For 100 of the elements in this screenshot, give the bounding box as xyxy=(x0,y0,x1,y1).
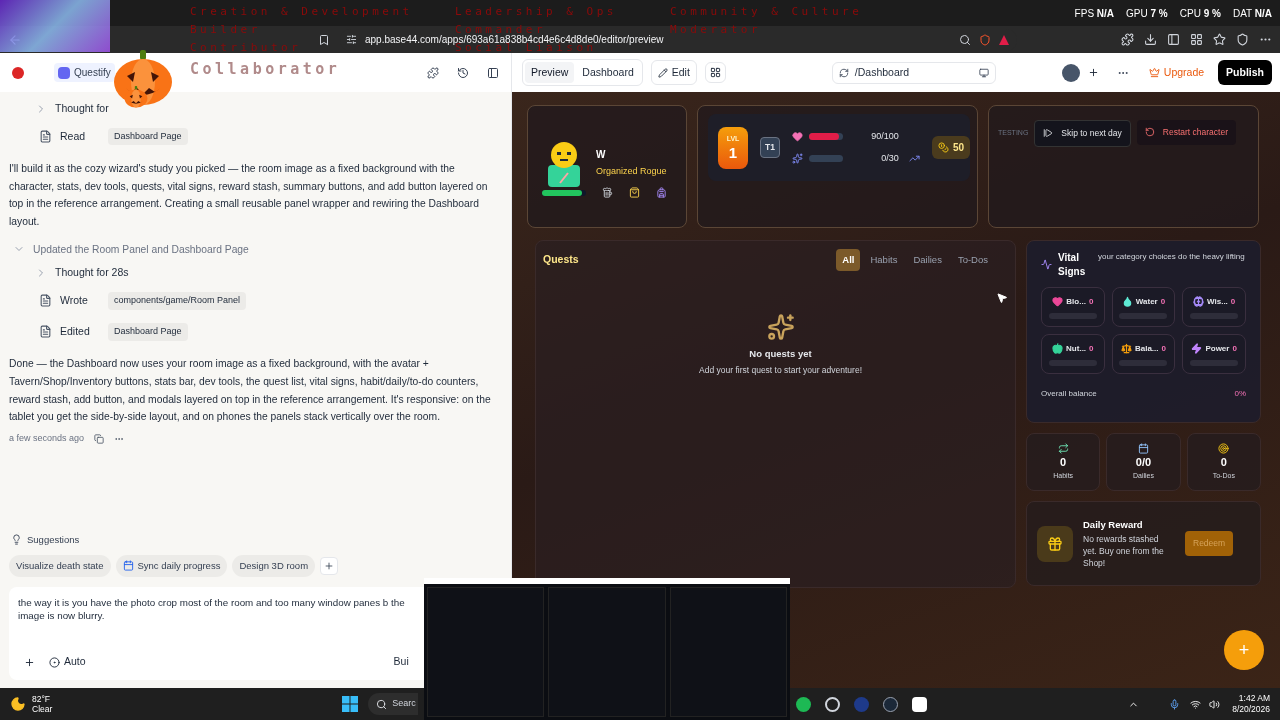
mode-icon[interactable] xyxy=(49,656,60,668)
vital-value: 0 xyxy=(1088,295,1094,308)
project-chip[interactable]: Questify xyxy=(54,63,115,82)
hp-reading: 90/100 xyxy=(870,130,899,143)
clock-date[interactable]: 8/20/2026 xyxy=(1232,704,1270,715)
heart-icon xyxy=(791,131,803,143)
shield-icon[interactable] xyxy=(979,33,991,46)
gift-icon xyxy=(1047,535,1063,552)
vital-tile[interactable]: Power 0 xyxy=(1182,334,1246,374)
toolbar-icon[interactable] xyxy=(1144,33,1157,46)
toolbar-icon[interactable] xyxy=(1236,33,1249,46)
file-chip[interactable]: components/game/Room Panel xyxy=(108,292,247,310)
vital-tile[interactable]: Blo... 0 xyxy=(1041,287,1105,327)
vital-tile[interactable]: Nut... 0 xyxy=(1041,334,1105,374)
crown-icon xyxy=(1148,67,1160,78)
layout-button[interactable] xyxy=(704,62,726,83)
bookmark-icon[interactable] xyxy=(318,33,330,46)
quest-tab[interactable]: Habits xyxy=(864,249,904,272)
start-icon[interactable] xyxy=(342,696,359,712)
empty-title: No quests yet xyxy=(749,347,812,362)
step-label[interactable]: Thought for 28s xyxy=(55,265,129,281)
toolbar-icon[interactable] xyxy=(1213,33,1226,46)
calendar-icon xyxy=(122,560,134,572)
mode-label[interactable]: Auto xyxy=(64,654,86,670)
panel-icon[interactable] xyxy=(487,66,499,79)
mic-icon[interactable] xyxy=(1169,698,1181,710)
triangle-icon[interactable] xyxy=(999,34,1009,45)
vital-tile[interactable]: Wis... 0 xyxy=(1182,287,1246,327)
message-paragraph: Done — the Dashboard now uses your room image as a fixed background, with the avatar + Tavern/Shop/Inventory buttons, stats bar, dev tools, the quest list, vital signs, habit/daily/to-do counters, reward stash, add button, and modals layered on top in the reference arrangement. It's responsive: on the tablet you get the side-by-side layout, and on phones the panels stack vertically over the room. xyxy=(9,357,492,425)
suggestion-chip[interactable]: Visualize death state xyxy=(9,554,111,577)
url-text: app.base44.com/apps/693a61a838b4cd4e6c4d8de0/editor/preview xyxy=(365,34,664,45)
search-icon xyxy=(376,698,388,710)
skip-day-button[interactable]: Skip to next day xyxy=(1034,120,1131,147)
file-chip[interactable]: Dashboard Page xyxy=(108,323,188,341)
refresh-icon[interactable] xyxy=(838,67,849,78)
toolbar-icon[interactable] xyxy=(1190,33,1203,46)
plus-icon xyxy=(324,560,335,571)
prompt-text[interactable]: the way it is you have the photo crop most of the room and too many window panes b the image is now blurry. xyxy=(18,596,413,622)
route-field[interactable]: /Dashboard xyxy=(831,61,996,84)
vital-name: Blo... xyxy=(1066,295,1086,308)
avatar[interactable] xyxy=(1061,63,1080,82)
vital-name: Water xyxy=(1135,295,1158,308)
attach-icon[interactable] xyxy=(24,656,35,668)
upgrade-button[interactable]: Upgrade xyxy=(1142,64,1211,81)
empty-text: Add your first quest to start your adventure! xyxy=(699,363,862,377)
temperature[interactable]: 82°F xyxy=(32,694,53,704)
quest-tab[interactable]: Dailies xyxy=(907,249,948,272)
overlay-role-text: Builder xyxy=(190,23,261,36)
taskbar-search[interactable]: Searc xyxy=(368,693,418,715)
weather-label[interactable]: Clear xyxy=(32,704,53,714)
copy-icon[interactable] xyxy=(94,433,105,444)
search-icon[interactable] xyxy=(959,33,971,46)
vital-value: 0 xyxy=(1161,342,1166,355)
vital-name: Wis... xyxy=(1207,295,1228,308)
taskbar-app-icon[interactable] xyxy=(795,696,811,712)
backpack-icon[interactable] xyxy=(656,186,667,198)
suggestions-title: Suggestions xyxy=(27,532,80,547)
taskbar-app-icon[interactable] xyxy=(824,696,840,712)
vital-tile[interactable]: Water 0 xyxy=(1111,287,1176,327)
clock-time[interactable]: 1:42 AM xyxy=(1238,693,1270,704)
bag-icon[interactable] xyxy=(629,186,640,198)
site-settings-icon[interactable] xyxy=(346,34,357,45)
quest-tab[interactable]: All xyxy=(836,249,861,272)
vital-tile[interactable]: Bala... 0 xyxy=(1111,334,1176,374)
reward-title: Daily Reward xyxy=(1083,518,1144,533)
perf-reading: FPS N/A xyxy=(1074,6,1115,21)
mug-icon[interactable] xyxy=(602,186,613,198)
suggestion-chip[interactable]: Design 3D room xyxy=(232,554,316,577)
reward-text: No rewards stashed yet. Buy one from the Shop! xyxy=(1083,532,1165,569)
counter-icon xyxy=(1138,443,1149,454)
group-label[interactable]: Updated the Room Panel and Dashboard Page xyxy=(33,241,249,258)
vitals-subtitle: your category choices do the heavy lifting xyxy=(1098,251,1246,263)
step-label[interactable]: Thought for xyxy=(55,100,109,117)
restart-button[interactable]: Restart character xyxy=(1136,120,1237,145)
overall-label: Overall balance xyxy=(1041,388,1098,400)
taskbar-app-icon[interactable] xyxy=(911,696,927,712)
character-avatar-drawing xyxy=(546,141,582,187)
quest-tab[interactable]: To-Dos xyxy=(951,249,994,272)
volume-icon[interactable] xyxy=(1209,698,1221,710)
view-tab[interactable]: Preview xyxy=(525,61,575,84)
monitor-icon[interactable] xyxy=(978,67,989,78)
visual-edit-icon[interactable] xyxy=(427,66,439,79)
character-name: W xyxy=(596,148,607,162)
history-icon[interactable] xyxy=(457,66,469,79)
file-chip[interactable]: Dashboard Page xyxy=(108,127,188,146)
vital-value: 0 xyxy=(1232,342,1237,355)
publish-button[interactable]: Publish xyxy=(1218,59,1272,86)
toolbar-icon[interactable] xyxy=(1121,33,1134,46)
window-preview-tooltip[interactable] xyxy=(424,578,790,720)
toolbar-icon[interactable] xyxy=(1167,33,1180,46)
overlay-role-text: Contributor xyxy=(190,41,302,54)
edit-button[interactable]: Edit xyxy=(650,59,697,86)
network-icon[interactable] xyxy=(1190,698,1202,710)
send-mode-label[interactable]: Bui xyxy=(393,654,409,670)
suggestion-chip[interactable]: Sync daily progress xyxy=(115,554,228,577)
view-tab[interactable]: Dashboard xyxy=(576,61,640,84)
perf-reading: GPU 7 % xyxy=(1126,6,1168,21)
moon-icon xyxy=(10,696,26,712)
add-icon[interactable] xyxy=(1087,67,1099,78)
vital-value: 0 xyxy=(1230,295,1236,308)
